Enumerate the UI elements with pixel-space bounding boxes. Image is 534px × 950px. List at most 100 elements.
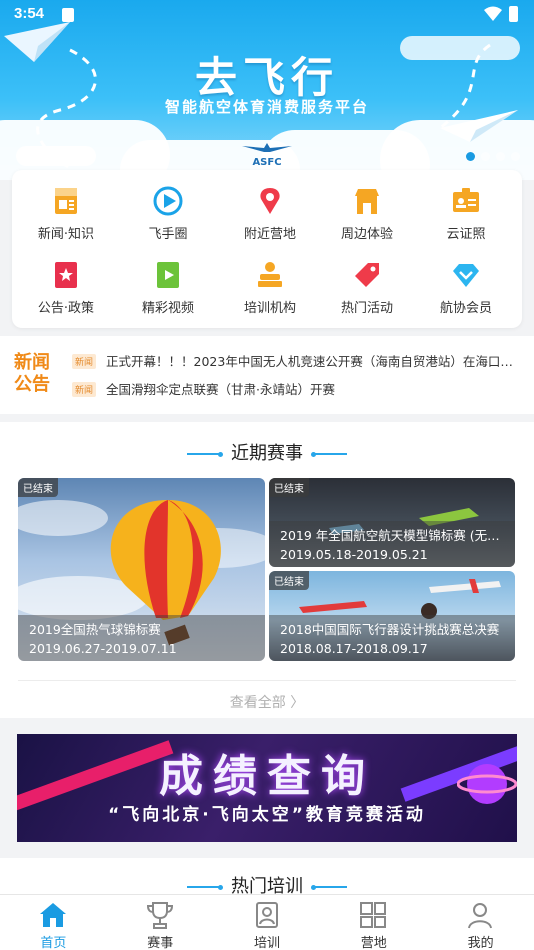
tag-icon	[355, 263, 379, 287]
menu-label: 精彩视频	[141, 301, 194, 316]
event-caption: 2019全国热气球锦标赛 2019.06.27-2019.07.11	[18, 615, 265, 661]
battery-icon	[509, 6, 518, 22]
event-status-badge: 已结束	[18, 478, 58, 497]
bottom-tab-bar: 首页 赛事 培训 营地 我的	[0, 894, 534, 950]
event-name: 2019 年全国航空航天模型锦标赛 (无人...	[280, 528, 504, 543]
sim-icon	[62, 8, 74, 22]
wings-icon	[242, 143, 292, 152]
menu-label: 飞手圈	[148, 227, 188, 242]
map-pin-icon	[260, 188, 280, 214]
menu-label: 热门活动	[340, 301, 393, 316]
hot-training-section: 热门培训	[0, 858, 534, 898]
grid-icon	[360, 902, 387, 928]
carousel-dot[interactable]	[466, 152, 475, 161]
news-item[interactable]: 新闻 全国滑翔伞定点联赛（甘肃·永靖站）开赛	[72, 379, 524, 399]
view-all-link[interactable]: 查看全部 〉	[0, 692, 534, 712]
tab-label: 赛事	[147, 936, 174, 950]
event-card[interactable]: 已结束 2018中国国际飞行器设计挑战赛总决赛 2018.08.17-2018.…	[269, 571, 515, 661]
hero-subtitle: 智能航空体育消费服务平台	[164, 98, 369, 116]
event-card[interactable]: 已结束 2019 年全国航空航天模型锦标赛 (无人... 2019.05.18-…	[269, 478, 515, 567]
tab-training[interactable]: 培训	[214, 895, 321, 950]
tab-events[interactable]: 赛事	[107, 895, 214, 950]
news-text: 正式开幕！！！2023年中国无人机竞速公开赛（海南自贸港站）在海口市...	[106, 354, 524, 369]
section-title: 近期赛事	[0, 439, 534, 465]
id-card-icon	[453, 188, 479, 212]
carousel-dot[interactable]	[496, 152, 505, 161]
event-dates: 2019.06.27-2019.07.11	[29, 641, 177, 656]
news-ticker: 新闻公告 新闻 正式开幕！！！2023年中国无人机竞速公开赛（海南自贸港站）在海口…	[0, 336, 534, 414]
training-icon	[255, 902, 278, 928]
menu-label: 附近营地	[243, 227, 296, 242]
news-badge: 新闻	[72, 382, 97, 397]
recent-events-section: 近期赛事 已结束 2019全国热气球锦标赛 2019.06.27-2019.07…	[0, 422, 534, 718]
event-caption: 2018中国国际飞行器设计挑战赛总决赛 2018.08.17-2018.09.1…	[269, 615, 515, 661]
carousel-dots[interactable]	[466, 152, 520, 161]
tab-profile[interactable]: 我的	[427, 895, 534, 950]
menu-label: 周边体验	[340, 227, 393, 242]
divider-decoration	[187, 884, 223, 890]
news-item[interactable]: 新闻 正式开幕！！！2023年中国无人机竞速公开赛（海南自贸港站）在海口市...	[72, 351, 524, 371]
logo-text: ASFC	[252, 157, 282, 168]
menu-label: 公告·政策	[37, 301, 95, 316]
carousel-dot[interactable]	[481, 152, 490, 161]
wifi-icon	[484, 6, 502, 21]
divider	[18, 680, 516, 681]
divider-decoration	[311, 884, 347, 890]
menu-item-videos[interactable]: 精彩视频	[117, 248, 219, 318]
menu-label: 云证照	[446, 227, 486, 242]
menu-item-experience[interactable]: 周边体验	[316, 174, 418, 244]
carousel-dot[interactable]	[511, 152, 520, 161]
results-query-banner[interactable]: 成绩查询 “飞向北京·飞向太空”教育竞赛活动	[17, 734, 517, 842]
event-dates: 2019.05.18-2019.05.21	[280, 547, 428, 562]
user-icon	[468, 903, 493, 929]
tab-label: 营地	[360, 936, 387, 950]
banner-subtitle: “飞向北京·飞向太空”教育竞赛活动	[108, 805, 426, 825]
asfc-logo: ASFC	[240, 142, 294, 168]
home-icon	[40, 903, 66, 927]
divider-decoration	[187, 451, 223, 457]
bookmark-icon	[55, 262, 77, 288]
menu-item-cloud-license[interactable]: 云证照	[415, 174, 517, 244]
event-status-badge: 已结束	[269, 571, 309, 590]
news-section-tag: 新闻公告	[14, 352, 50, 395]
play-circle-icon	[153, 186, 183, 216]
menu-item-training[interactable]: 培训机构	[219, 248, 321, 318]
event-status-badge: 已结束	[269, 478, 309, 497]
news-badge: 新闻	[72, 354, 97, 369]
tab-label: 我的	[467, 936, 494, 950]
tab-label: 培训	[253, 936, 280, 950]
tab-label: 首页	[40, 936, 67, 950]
quick-menu: 新闻·知识 飞手圈 附近营地 周边体验 云证照 公告·政策 精彩视频 培训机构 …	[12, 170, 522, 328]
menu-item-pilots[interactable]: 飞手圈	[117, 174, 219, 244]
menu-item-news[interactable]: 新闻·知识	[15, 174, 117, 244]
status-bar: 3:54	[0, 0, 534, 30]
news-text: 全国滑翔伞定点联赛（甘肃·永靖站）开赛	[106, 382, 335, 397]
trophy-icon	[146, 902, 173, 929]
section-title-text: 近期赛事	[231, 443, 303, 464]
tab-home[interactable]: 首页	[0, 895, 107, 950]
status-time: 3:54	[14, 5, 45, 22]
video-icon	[157, 262, 179, 288]
news-icon	[55, 188, 77, 214]
menu-item-membership[interactable]: 航协会员	[415, 248, 517, 318]
divider-decoration	[311, 451, 347, 457]
shop-icon	[355, 189, 379, 214]
menu-label: 新闻·知识	[37, 227, 95, 242]
event-name: 2018中国国际飞行器设计挑战赛总决赛	[280, 622, 500, 637]
event-dates: 2018.08.17-2018.09.17	[280, 641, 428, 656]
event-name: 2019全国热气球锦标赛	[29, 622, 161, 637]
menu-item-notices[interactable]: 公告·政策	[15, 248, 117, 318]
tab-camps[interactable]: 营地	[320, 895, 427, 950]
menu-item-activities[interactable]: 热门活动	[316, 248, 418, 318]
menu-item-camps[interactable]: 附近营地	[219, 174, 321, 244]
menu-label: 航协会员	[439, 301, 492, 316]
menu-label: 培训机构	[243, 301, 296, 316]
hero-banner[interactable]: 3:54 去飞行 智能航空体育消费服务平台 ASFC	[0, 0, 534, 180]
lecturer-icon	[258, 262, 282, 287]
event-card[interactable]: 已结束 2019全国热气球锦标赛 2019.06.27-2019.07.11	[18, 478, 265, 661]
chevron-right-icon: 〉	[290, 695, 305, 711]
diamond-icon	[453, 264, 479, 287]
event-caption: 2019 年全国航空航天模型锦标赛 (无人... 2019.05.18-2019…	[269, 521, 515, 567]
banner-title: 成绩查询	[159, 751, 375, 802]
view-all-label: 查看全部	[229, 695, 286, 711]
